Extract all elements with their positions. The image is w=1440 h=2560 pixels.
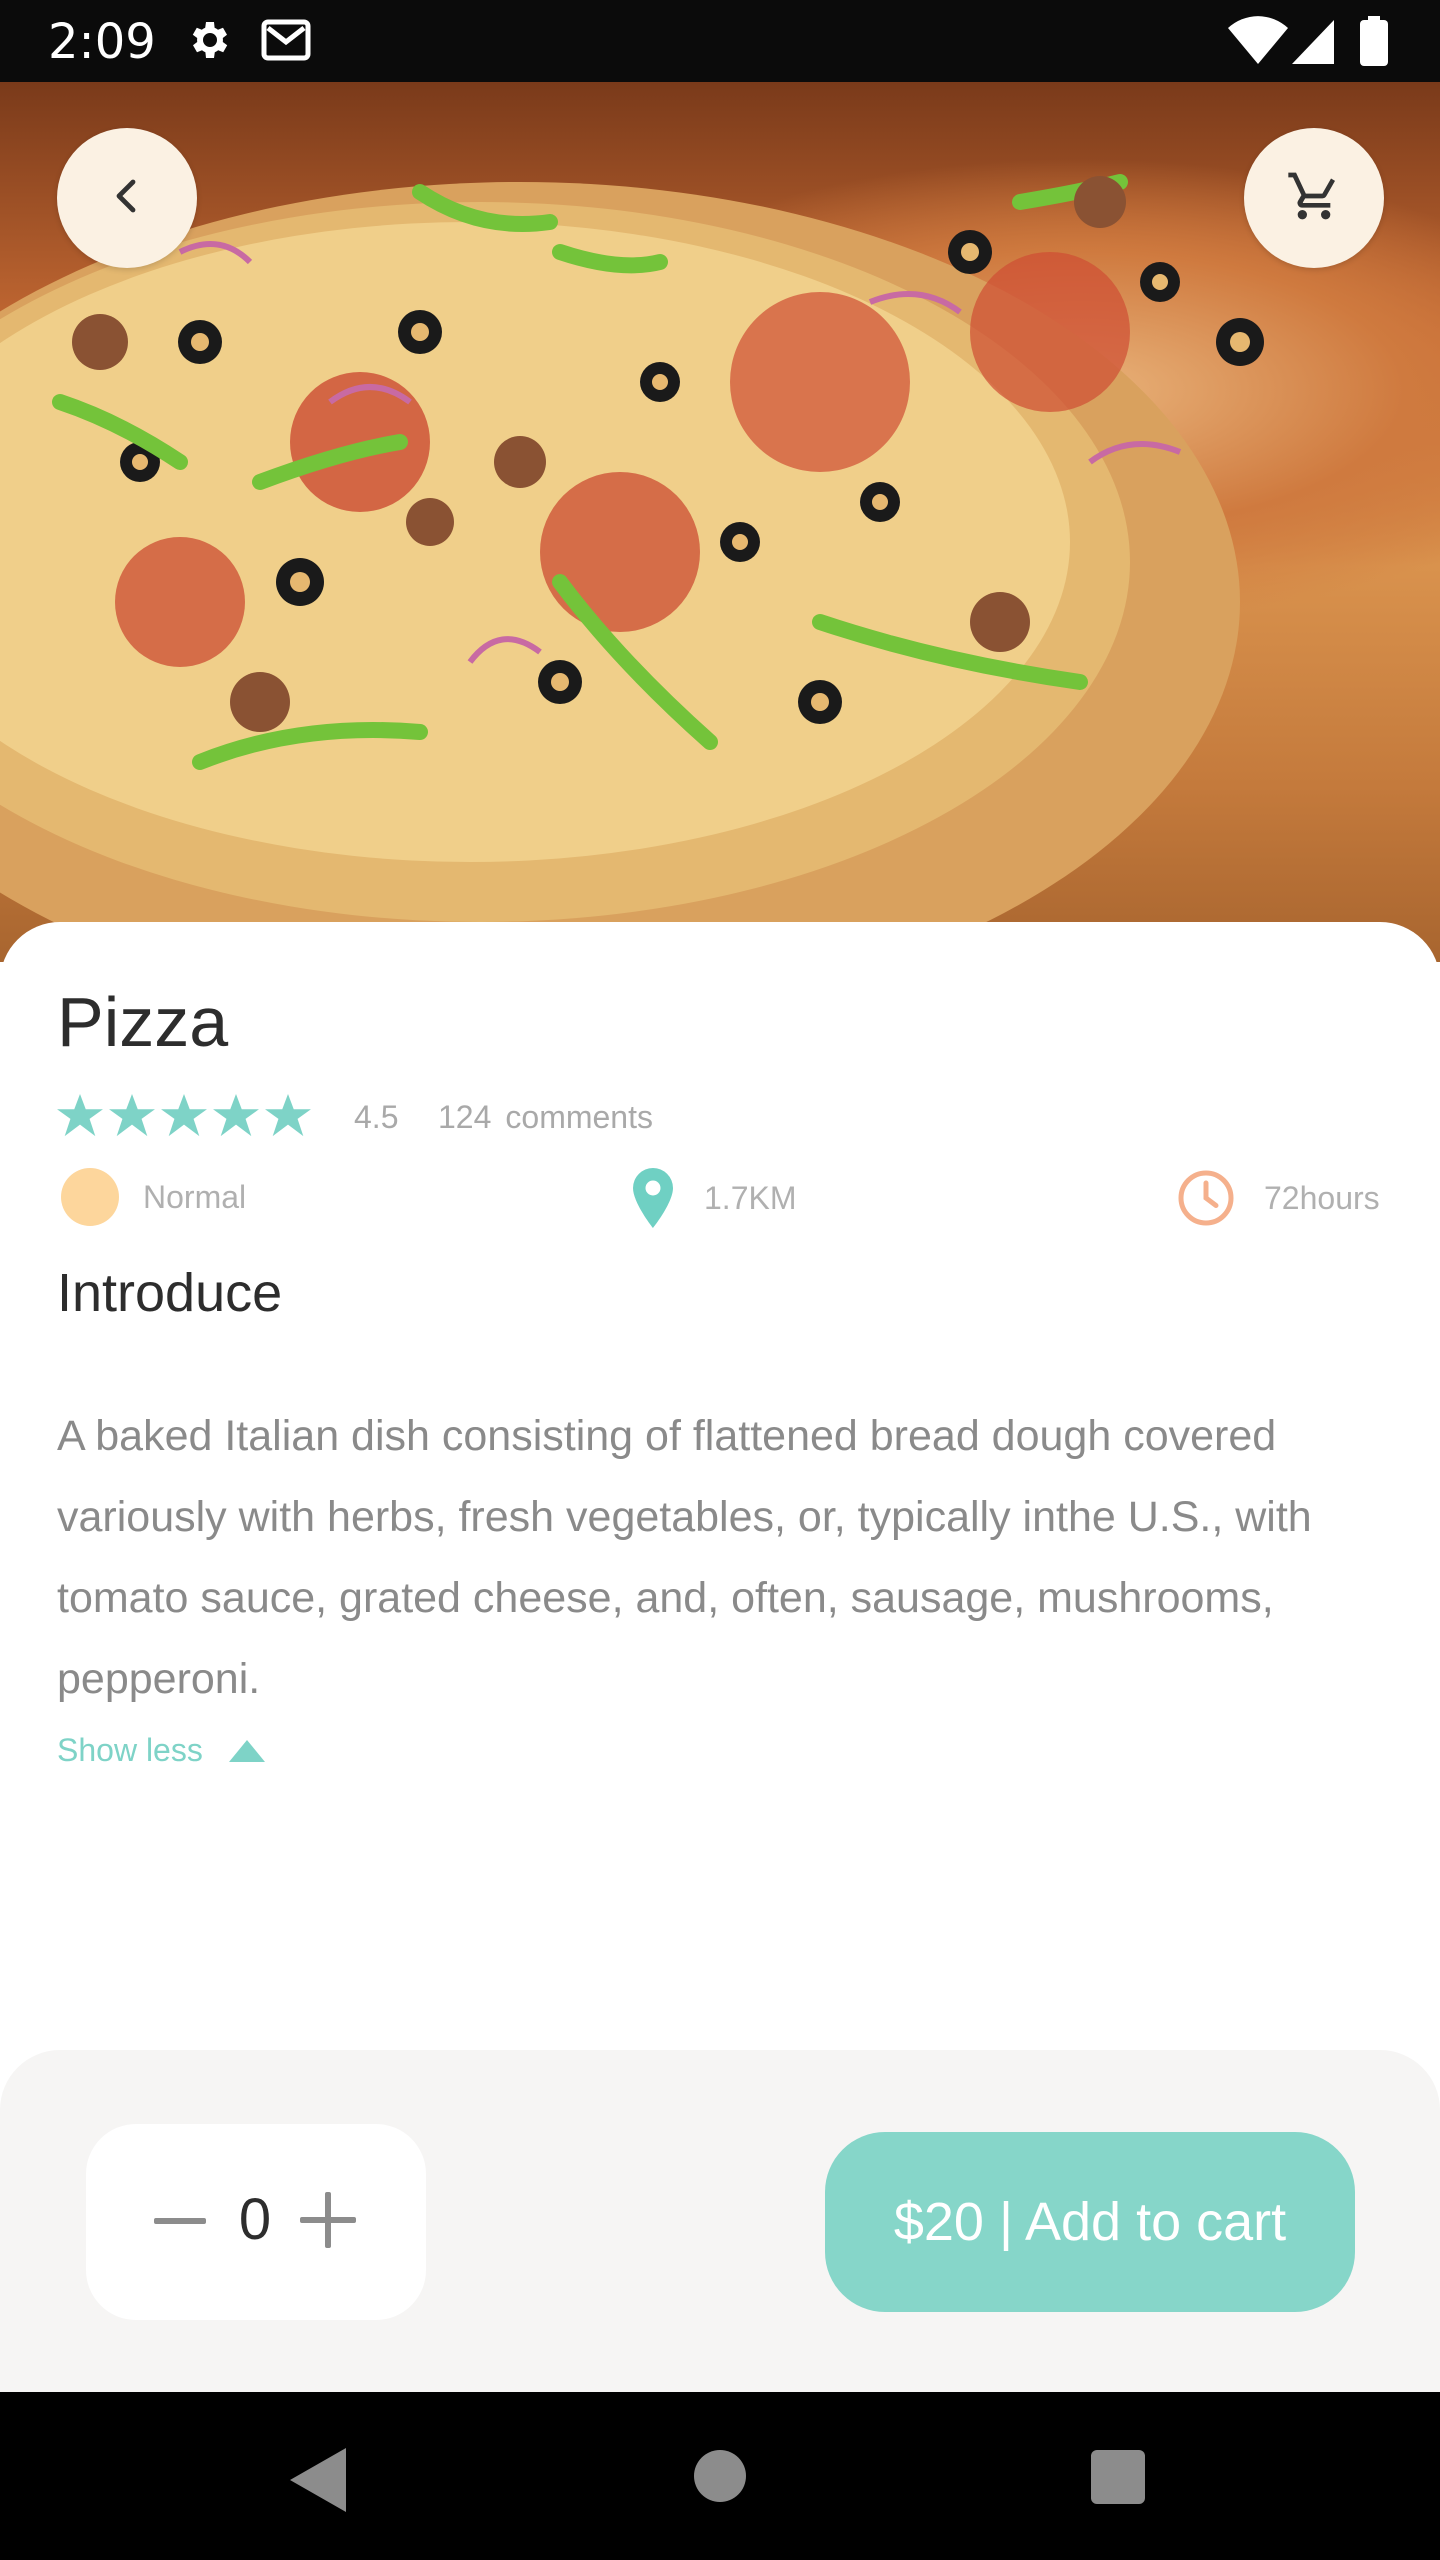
decrease-quantity-button[interactable] (154, 2218, 206, 2224)
status-time: 2:09 (48, 14, 156, 70)
show-less-label: Show less (57, 1732, 203, 1768)
status-bar: 2:09 (0, 0, 1440, 82)
rating-stars (57, 1094, 311, 1143)
nav-home-icon[interactable] (694, 2450, 746, 2502)
show-less-toggle[interactable]: Show less (57, 1732, 265, 1769)
comments-count: 124 (438, 1099, 492, 1135)
introduce-heading: Introduce (57, 1263, 283, 1323)
comments-link[interactable]: 124 comments (438, 1099, 653, 1136)
time-info: 72hours (1176, 1168, 1380, 1228)
star-icon (265, 1094, 311, 1143)
distance-label: 1.7KM (704, 1179, 797, 1216)
level-label: Normal (143, 1178, 247, 1215)
pizza-photo (0, 82, 1440, 962)
quantity-value: 0 (238, 2187, 272, 2252)
distance-info: 1.7KM (628, 1168, 796, 1228)
star-icon (161, 1094, 207, 1143)
settings-icon (184, 16, 232, 69)
clock-icon (1176, 1168, 1236, 1228)
location-pin-icon (628, 1168, 678, 1228)
time-label: 72hours (1264, 1179, 1380, 1216)
product-title: Pizza (57, 983, 229, 1061)
nav-back-icon[interactable] (290, 2448, 346, 2517)
back-button[interactable] (57, 128, 197, 268)
star-icon (109, 1094, 155, 1143)
signal-icon (1292, 16, 1334, 71)
add-to-cart-button[interactable]: $20 | Add to cart (825, 2132, 1355, 2312)
star-icon (213, 1094, 259, 1143)
battery-icon (1360, 16, 1388, 71)
cart-button[interactable] (1244, 128, 1384, 268)
comments-label: comments (505, 1099, 653, 1135)
star-icon (57, 1094, 103, 1143)
gmail-icon (258, 16, 314, 69)
cart-icon (1286, 168, 1342, 229)
nav-recents-icon[interactable] (1091, 2450, 1145, 2504)
level-info: Normal (61, 1168, 246, 1226)
caret-up-icon (228, 1739, 265, 1762)
increase-quantity-button[interactable] (300, 2192, 356, 2248)
product-description: A baked Italian dish consisting of flatt… (57, 1412, 1312, 1703)
rating-value: 4.5 (354, 1099, 399, 1135)
wifi-icon (1228, 16, 1288, 71)
chevron-left-icon (103, 172, 151, 225)
level-dot-icon (61, 1168, 119, 1226)
